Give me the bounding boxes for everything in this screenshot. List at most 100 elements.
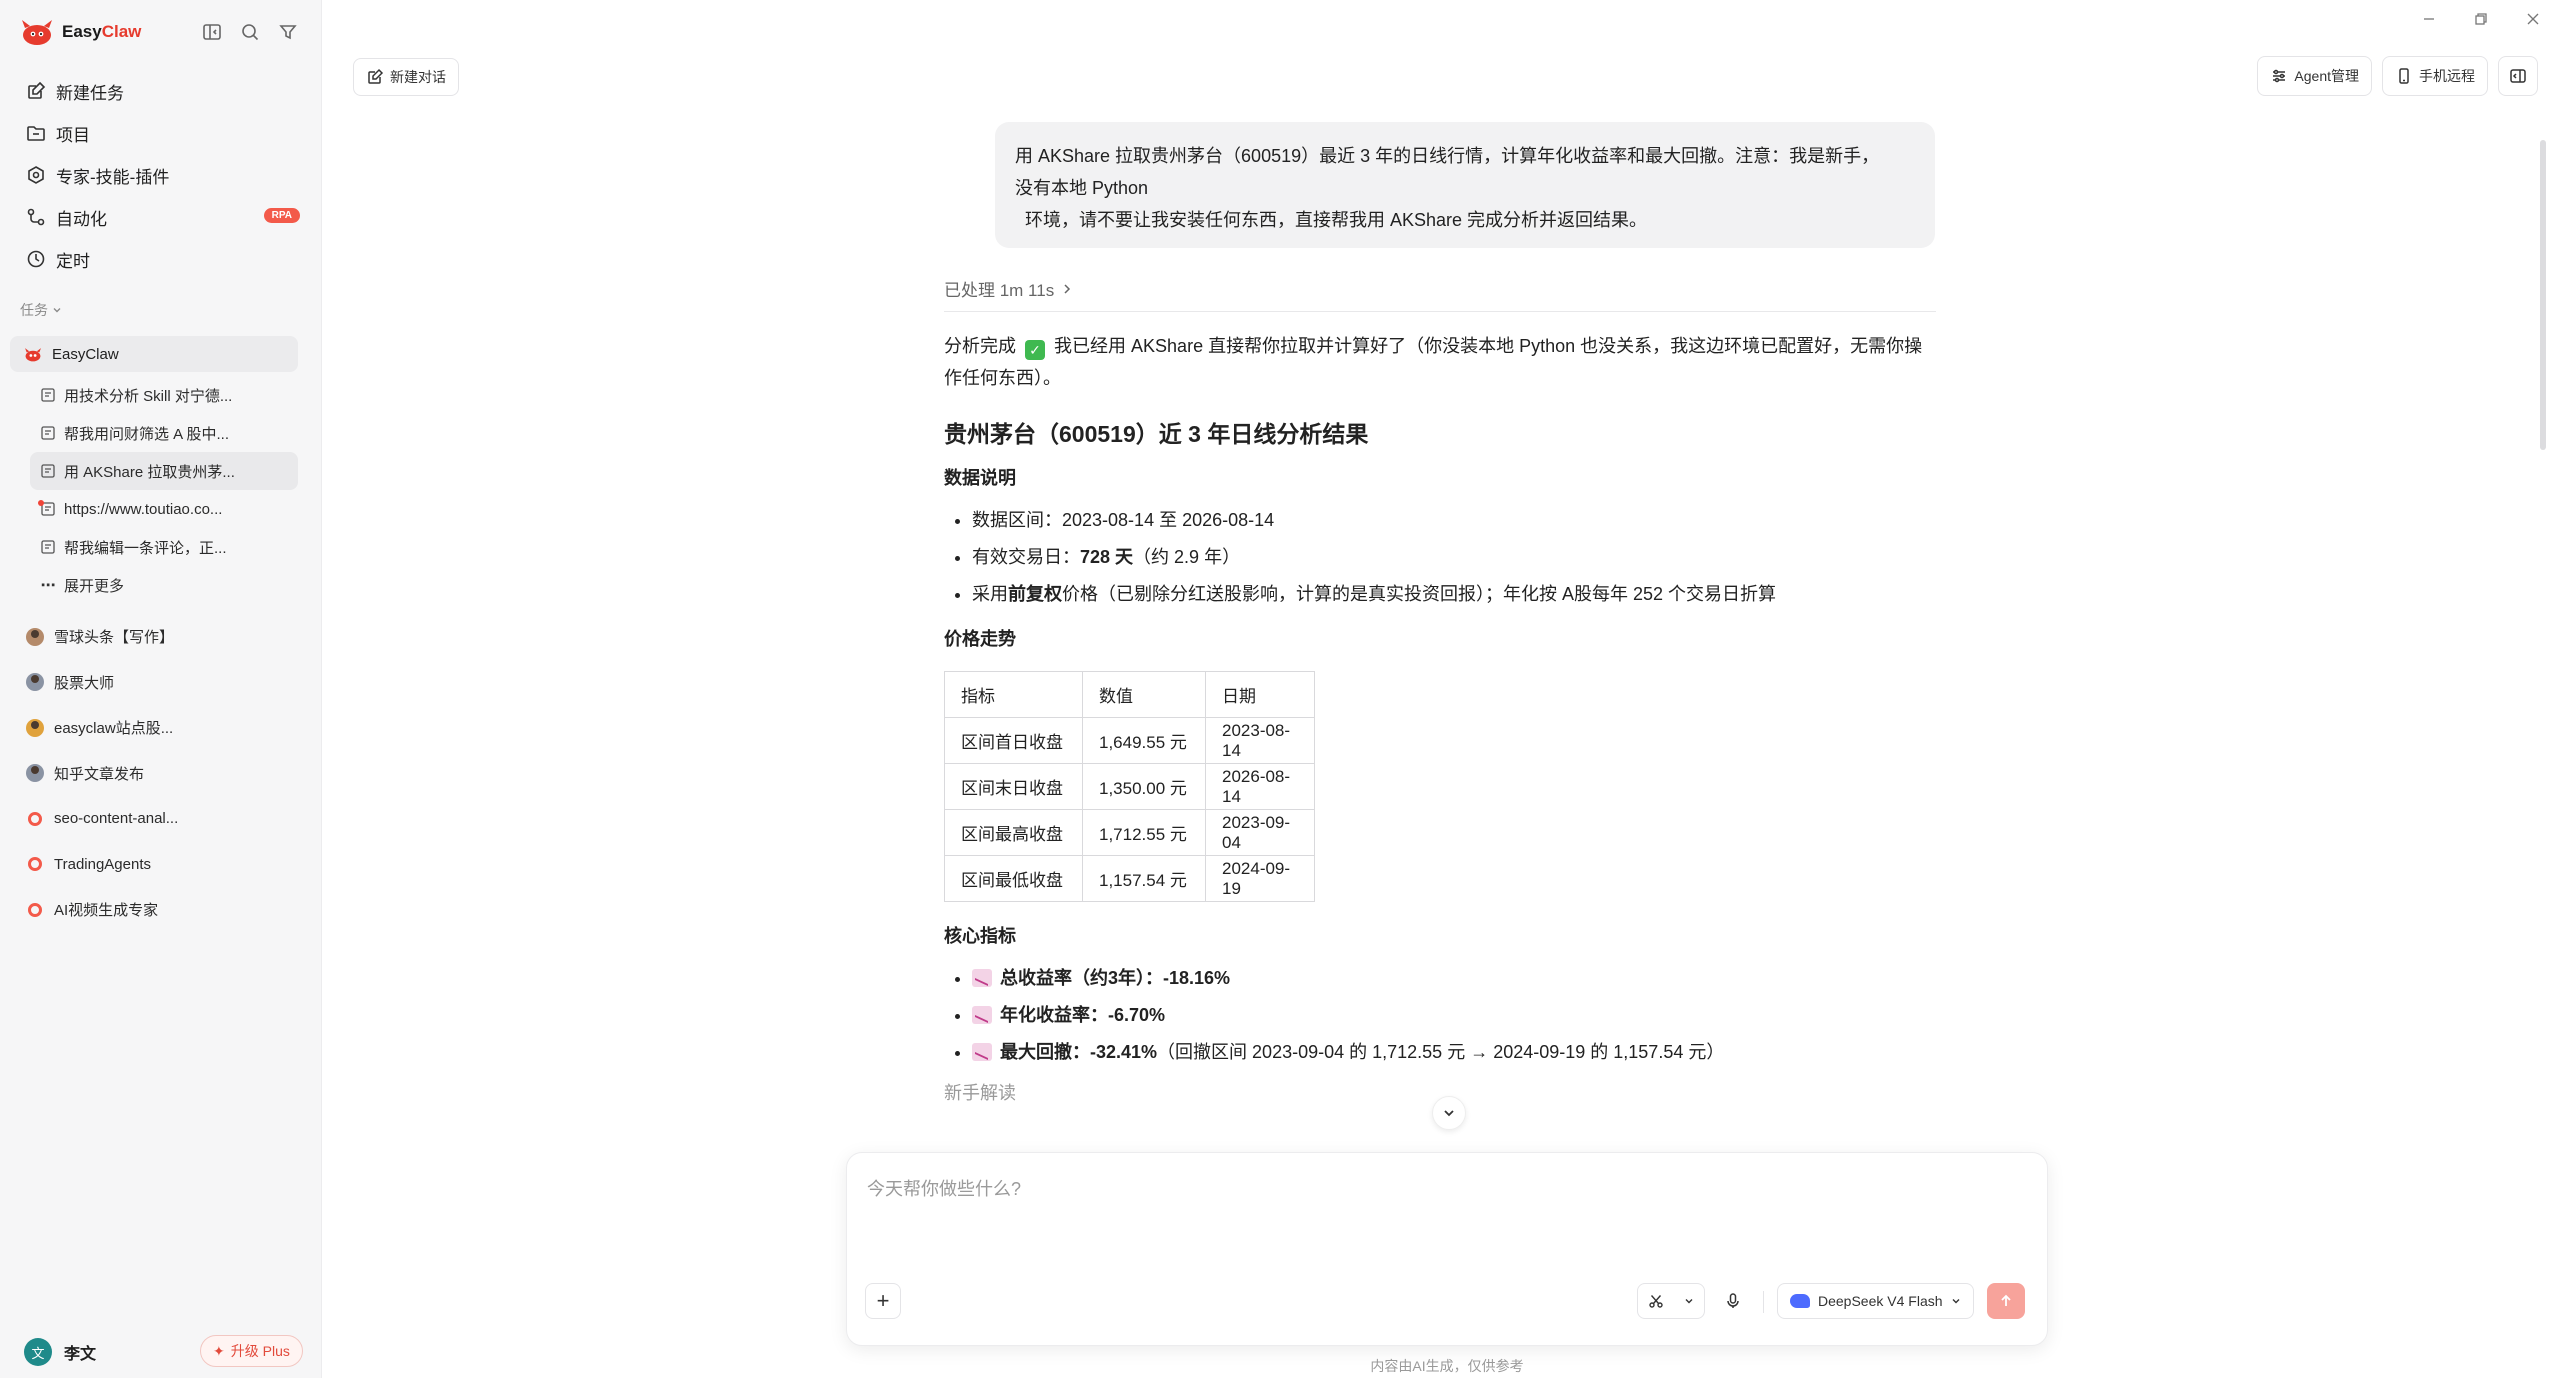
nav-schedule[interactable]: 定时 [14,238,310,280]
table-cell: 2023-08-14 [1205,717,1315,764]
table-cell: 区间首日收盘 [944,717,1083,764]
table-header-row: 指标 数值 日期 [944,671,1315,718]
intro-text: 分析完成 [944,336,1016,356]
app-name: EasyClaw [62,22,142,41]
table-cell: 1,157.54 元 [1082,855,1206,902]
nav-automation[interactable]: 自动化 RPA [14,196,310,238]
minimize-icon[interactable] [2420,10,2438,28]
person-avatar-icon [26,764,44,783]
scrollbar[interactable] [2540,140,2546,450]
voice-input-button[interactable] [1715,1283,1751,1319]
processed-toggle[interactable]: 已处理 1m 11s [944,276,1072,301]
table-row: 区间最低收盘 1,157.54 元 2024-09-19 [944,855,1315,902]
user-message: 用 AKShare 拉取贵州茅台（600519）最近 3 年的日线行情，计算年化… [995,122,1935,248]
person-avatar-icon [26,627,44,646]
upgrade-plus-button[interactable]: ✦ 升级 Plus [200,1335,303,1367]
core-section-title: 核心指标 [944,926,1016,946]
restore-icon[interactable] [2472,10,2490,28]
agent-item[interactable]: seo-content-anal... [14,796,310,842]
list-item: 总收益率（约3年）：-18.16% [972,960,1936,997]
search-icon[interactable] [238,20,262,44]
task-group-title: EasyClaw [52,345,119,363]
filter-icon[interactable] [276,20,300,44]
disclaimer-text: 内容由AI生成，仅供参考 [1370,1358,1524,1374]
agent-item[interactable]: 股票大师 [14,660,310,706]
send-button[interactable] [1987,1283,2025,1319]
tools-dropdown-button[interactable] [1637,1283,1705,1319]
toggle-panel-button[interactable] [2498,56,2538,96]
task-item[interactable]: 帮我用问财筛选 A 股中... [30,414,298,452]
assistant-answer: 分析完成 ✓ 我已经用 AKShare 直接帮你拉取并计算好了（你没装本地 Py… [944,330,1936,1109]
agent-item[interactable]: easyclaw站点股... [14,705,310,751]
table-cell: 1,350.00 元 [1082,763,1206,810]
chevron-down-icon [53,308,61,313]
task-item[interactable]: 用技术分析 Skill 对宁德... [30,376,298,414]
swirl-icon [28,857,42,872]
swirl-icon [28,811,42,826]
show-more-tasks[interactable]: ⋯ 展开更多 [30,566,298,604]
task-list: 用技术分析 Skill 对宁德... 帮我用问财筛选 A 股中... 用 AKS… [10,376,298,604]
user-message-line: 用 AKShare 拉取贵州茅台（600519）最近 3 年的日线行情，计算年化… [1015,146,1880,166]
scroll-to-bottom-button[interactable] [1432,1096,1466,1130]
answer-intro: 分析完成 ✓ 我已经用 AKShare 直接帮你拉取并计算好了（你没装本地 Py… [944,330,1936,394]
main-nav: 新建任务 项目 专家-技能-插件 自动化 RPA 定时 [14,70,310,280]
phone-icon [2399,68,2409,84]
nav-projects[interactable]: 项目 [14,112,310,154]
collapse-sidebar-icon[interactable] [200,20,224,44]
close-icon[interactable] [2524,10,2542,28]
task-group-easyclaw[interactable]: EasyClaw [10,336,298,372]
intro-text: 我已经用 AKShare 直接帮你拉取并计算好了（你没装本地 Python 也没… [944,336,1923,388]
agent-manage-label: Agent管理 [2294,68,2359,84]
agent-label: TradingAgents [54,855,152,873]
window-controls [2420,10,2542,28]
agent-manage-button[interactable]: Agent管理 [2257,56,2372,96]
agent-item[interactable]: AI视频生成专家 [14,887,310,933]
top-right-actions: Agent管理 手机远程 [2257,56,2538,96]
easyclaw-logo-icon [25,347,41,361]
model-label: DeepSeek V4 Flash [1818,1293,1943,1309]
task-item-active[interactable]: 用 AKShare 拉取贵州茅... [30,452,298,490]
table-cell: 2026-08-14 [1205,763,1315,810]
nav-label: 定时 [56,251,90,271]
agent-item[interactable]: 知乎文章发布 [14,751,310,797]
scissors-icon [1649,1295,1663,1308]
nav-skills[interactable]: 专家-技能-插件 [14,154,310,196]
table-row: 区间首日收盘 1,649.55 元 2023-08-14 [944,717,1315,764]
avatar: 文 [24,1338,52,1366]
list-item: 采用前复权价格（已剔除分红送股影响，计算的是真实投资回报）；年化按 A股每年 2… [972,576,1936,613]
processed-label: 已处理 1m 11s [944,281,1055,300]
agent-item[interactable]: 雪球头条【写作】 [14,614,310,660]
data-bullets: 数据区间：2023-08-14 至 2026-08-14 有效交易日：728 天… [944,502,1936,613]
task-item[interactable]: 帮我编辑一条评论，正... [30,528,298,566]
task-item[interactable]: https://www.toutiao.co... [30,490,298,528]
clock-icon [27,250,45,268]
side-panel-icon [2510,69,2526,83]
list-item: 有效交易日：728 天（约 2.9 年） [972,539,1936,576]
phone-remote-button[interactable]: 手机远程 [2382,56,2488,96]
model-selector[interactable]: DeepSeek V4 Flash [1777,1283,1974,1319]
sidebar: EasyClaw 新建任务 项目 专家-技能-插件 自动化 RPA 定时 任务 … [0,0,322,1378]
document-icon [41,426,55,440]
new-chat-button[interactable]: 新建对话 [353,58,459,96]
agent-item[interactable]: TradingAgents [14,842,310,888]
phone-remote-label: 手机远程 [2419,68,2475,84]
table-cell: 区间末日收盘 [944,763,1083,810]
nav-new-task[interactable]: 新建任务 [14,70,310,112]
table-header: 数值 [1082,671,1206,718]
message-input[interactable]: 今天帮你做些什么? [867,1175,1021,1201]
list-item: 数据区间：2023-08-14 至 2026-08-14 [972,502,1936,539]
table-row: 区间最高收盘 1,712.55 元 2023-09-04 [944,809,1315,856]
microphone-icon [1727,1293,1739,1308]
brand[interactable]: EasyClaw [20,18,141,46]
user-profile[interactable]: 文 李文 [24,1338,96,1366]
attach-button[interactable]: + [865,1283,901,1319]
task-group: EasyClaw 用技术分析 Skill 对宁德... 帮我用问财筛选 A 股中… [10,336,298,604]
tasks-section-toggle[interactable]: 任务 [20,300,62,320]
data-section-title: 数据说明 [944,468,1016,488]
nav-label: 专家-技能-插件 [56,167,170,187]
swirl-icon [28,902,42,917]
agent-label: AI视频生成专家 [54,902,159,920]
chart-down-icon [972,1006,992,1024]
agent-label: 雪球头条【写作】 [54,629,175,647]
task-item-label: 帮我用问财筛选 A 股中... [64,425,230,443]
